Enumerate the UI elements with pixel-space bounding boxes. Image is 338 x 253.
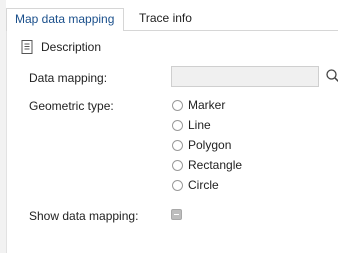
show-data-mapping-checkbox[interactable] bbox=[171, 209, 182, 220]
show-data-mapping-label: Show data mapping: bbox=[29, 209, 139, 223]
indeterminate-icon bbox=[174, 214, 179, 215]
radio-marker[interactable]: Marker bbox=[172, 97, 225, 113]
description-section[interactable]: Description bbox=[19, 39, 101, 55]
radio-label-rectangle: Rectangle bbox=[188, 158, 243, 172]
geometric-type-label: Geometric type: bbox=[29, 99, 114, 113]
data-mapping-label: Data mapping: bbox=[29, 71, 108, 85]
radio-label-circle: Circle bbox=[188, 178, 219, 192]
tab-map-data-mapping[interactable]: Map data mapping bbox=[6, 8, 124, 31]
radio-button[interactable] bbox=[172, 179, 183, 191]
document-icon bbox=[21, 40, 33, 54]
radio-circle[interactable]: Circle bbox=[172, 177, 219, 193]
radio-polygon[interactable]: Polygon bbox=[172, 137, 231, 153]
tab-panel: Description Data mapping: Geometric type… bbox=[6, 31, 338, 253]
description-label: Description bbox=[41, 40, 102, 54]
radio-rectangle[interactable]: Rectangle bbox=[172, 157, 242, 173]
radio-button[interactable] bbox=[172, 159, 183, 171]
tab-trace-info[interactable]: Trace info bbox=[131, 8, 200, 30]
radio-label-line: Line bbox=[188, 118, 211, 132]
tab-bar: Map data mapping Trace info bbox=[6, 8, 338, 31]
data-mapping-input[interactable] bbox=[171, 66, 319, 87]
radio-button[interactable] bbox=[172, 119, 183, 131]
radio-button[interactable] bbox=[172, 139, 183, 151]
radio-label-marker: Marker bbox=[188, 98, 226, 112]
radio-line[interactable]: Line bbox=[172, 117, 211, 133]
search-icon[interactable] bbox=[325, 68, 338, 84]
radio-label-polygon: Polygon bbox=[188, 138, 232, 152]
radio-button[interactable] bbox=[172, 99, 183, 111]
